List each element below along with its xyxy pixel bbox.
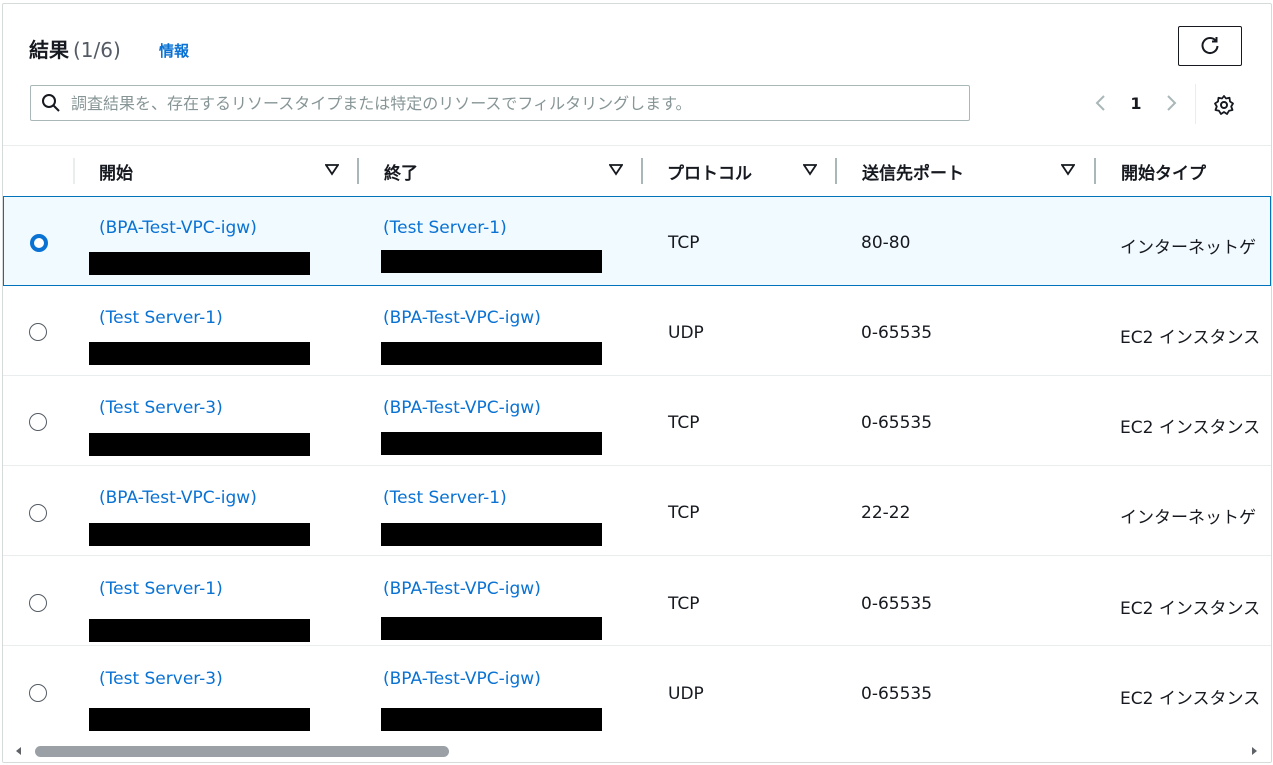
title-text: 結果: [29, 38, 69, 62]
column-header-protocol[interactable]: プロトコル: [667, 146, 752, 196]
column-separator: [73, 158, 75, 184]
info-link[interactable]: 情報: [159, 40, 189, 61]
results-panel: 結果(1/6) 情報 1: [2, 3, 1272, 763]
column-header-label: 開始タイプ: [1121, 163, 1206, 184]
column-header-end[interactable]: 終了: [384, 146, 418, 196]
table-row[interactable]: (Test Server-1) (BPA-Test-VPC-igw) TCP 0…: [3, 556, 1271, 646]
scroll-left-icon[interactable]: [13, 745, 25, 757]
sort-down-icon[interactable]: [803, 164, 817, 176]
start-resource-link[interactable]: (Test Server-3): [99, 669, 223, 689]
redaction-block: [89, 433, 310, 456]
start-type-cell: EC2 インスタンス: [1120, 689, 1261, 709]
page-title: 結果 (1/6): [29, 34, 121, 63]
table-row[interactable]: (BPA-Test-VPC-igw) (Test Server-1) TCP 2…: [3, 466, 1271, 556]
chevron-left-icon: [1095, 95, 1105, 111]
start-resource-link[interactable]: (Test Server-3): [99, 398, 223, 418]
gear-icon: [1214, 95, 1234, 115]
redaction-block: [89, 619, 310, 642]
protocol-cell: TCP: [668, 413, 700, 433]
sort-down-icon[interactable]: [325, 164, 339, 176]
start-type-cell: EC2 インスタンス: [1120, 599, 1261, 619]
start-resource-link[interactable]: (BPA-Test-VPC-igw): [99, 218, 257, 238]
column-header-start-type[interactable]: 開始タイプ: [1121, 146, 1206, 196]
end-resource-link[interactable]: (Test Server-1): [383, 488, 507, 508]
end-resource-link[interactable]: (BPA-Test-VPC-igw): [383, 398, 541, 418]
row-radio[interactable]: [29, 323, 47, 341]
redaction-block: [89, 252, 310, 275]
column-header-label: 開始: [99, 163, 133, 184]
current-page[interactable]: 1: [1123, 94, 1149, 113]
row-radio[interactable]: [29, 684, 47, 702]
port-cell: 0-65535: [861, 413, 933, 433]
search-field: [30, 85, 970, 121]
results-count: (1/6): [73, 38, 121, 62]
column-separator[interactable]: [641, 158, 643, 184]
row-radio[interactable]: [30, 234, 48, 252]
protocol-cell: UDP: [668, 684, 704, 704]
redaction-block: [89, 342, 310, 365]
table-header: 開始 終了 プロトコル 送信先ポート 開始タイプ: [3, 145, 1271, 197]
start-resource-link[interactable]: (Test Server-1): [99, 308, 223, 328]
port-cell: 22-22: [861, 503, 911, 523]
table-row[interactable]: (BPA-Test-VPC-igw) (Test Server-1) TCP 8…: [3, 196, 1271, 286]
previous-page-button[interactable]: [1089, 91, 1113, 115]
refresh-button[interactable]: [1178, 26, 1242, 66]
redaction-block: [381, 250, 602, 273]
start-resource-link[interactable]: (Test Server-1): [99, 579, 223, 599]
end-resource-link[interactable]: (BPA-Test-VPC-igw): [383, 579, 541, 599]
protocol-cell: TCP: [668, 233, 700, 253]
redaction-block: [381, 523, 602, 546]
redaction-block: [381, 432, 602, 455]
scrollbar-thumb[interactable]: [35, 746, 449, 757]
toolbar-divider: [1195, 84, 1196, 124]
scroll-right-icon[interactable]: [1248, 745, 1260, 757]
start-type-cell: インターネットゲ: [1120, 508, 1256, 528]
port-cell: 80-80: [861, 233, 911, 253]
refresh-icon: [1201, 37, 1219, 55]
port-cell: 0-65535: [861, 323, 933, 343]
protocol-cell: TCP: [668, 503, 700, 523]
start-type-cell: EC2 インスタンス: [1120, 328, 1261, 348]
search-input[interactable]: [69, 92, 969, 114]
sort-down-icon[interactable]: [609, 164, 623, 176]
redaction-block: [89, 523, 310, 546]
start-type-cell: EC2 インスタンス: [1120, 418, 1261, 438]
row-radio[interactable]: [29, 413, 47, 431]
end-resource-link[interactable]: (BPA-Test-VPC-igw): [383, 308, 541, 328]
protocol-cell: TCP: [668, 594, 700, 614]
row-radio[interactable]: [29, 504, 47, 522]
table-row[interactable]: (Test Server-1) (BPA-Test-VPC-igw) UDP 0…: [3, 286, 1271, 376]
search-icon: [41, 93, 61, 113]
end-resource-link[interactable]: (Test Server-1): [383, 218, 507, 238]
start-type-cell: インターネットゲ: [1120, 238, 1256, 258]
end-resource-link[interactable]: (BPA-Test-VPC-igw): [383, 669, 541, 689]
protocol-cell: UDP: [668, 323, 704, 343]
column-separator[interactable]: [835, 158, 837, 184]
column-separator[interactable]: [357, 158, 359, 184]
chevron-right-icon: [1167, 95, 1177, 111]
redaction-block: [381, 708, 602, 731]
redaction-block: [381, 617, 602, 640]
column-separator[interactable]: [1094, 158, 1096, 184]
redaction-block: [89, 708, 310, 731]
table-row[interactable]: (Test Server-3) (BPA-Test-VPC-igw) TCP 0…: [3, 376, 1271, 466]
column-header-label: 終了: [384, 163, 418, 184]
preferences-button[interactable]: [1211, 92, 1237, 118]
table-row[interactable]: (Test Server-3) (BPA-Test-VPC-igw) UDP 0…: [3, 646, 1271, 742]
pagination: 1: [1089, 88, 1183, 118]
column-header-label: 送信先ポート: [862, 163, 964, 184]
port-cell: 0-65535: [861, 594, 933, 614]
row-radio[interactable]: [29, 594, 47, 612]
redaction-block: [381, 342, 602, 365]
port-cell: 0-65535: [861, 684, 933, 704]
start-resource-link[interactable]: (BPA-Test-VPC-igw): [99, 488, 257, 508]
column-header-label: プロトコル: [667, 163, 752, 184]
next-page-button[interactable]: [1159, 91, 1183, 115]
sort-down-icon[interactable]: [1061, 164, 1075, 176]
column-header-start[interactable]: 開始: [99, 146, 133, 196]
column-header-destination-port[interactable]: 送信先ポート: [862, 146, 964, 196]
